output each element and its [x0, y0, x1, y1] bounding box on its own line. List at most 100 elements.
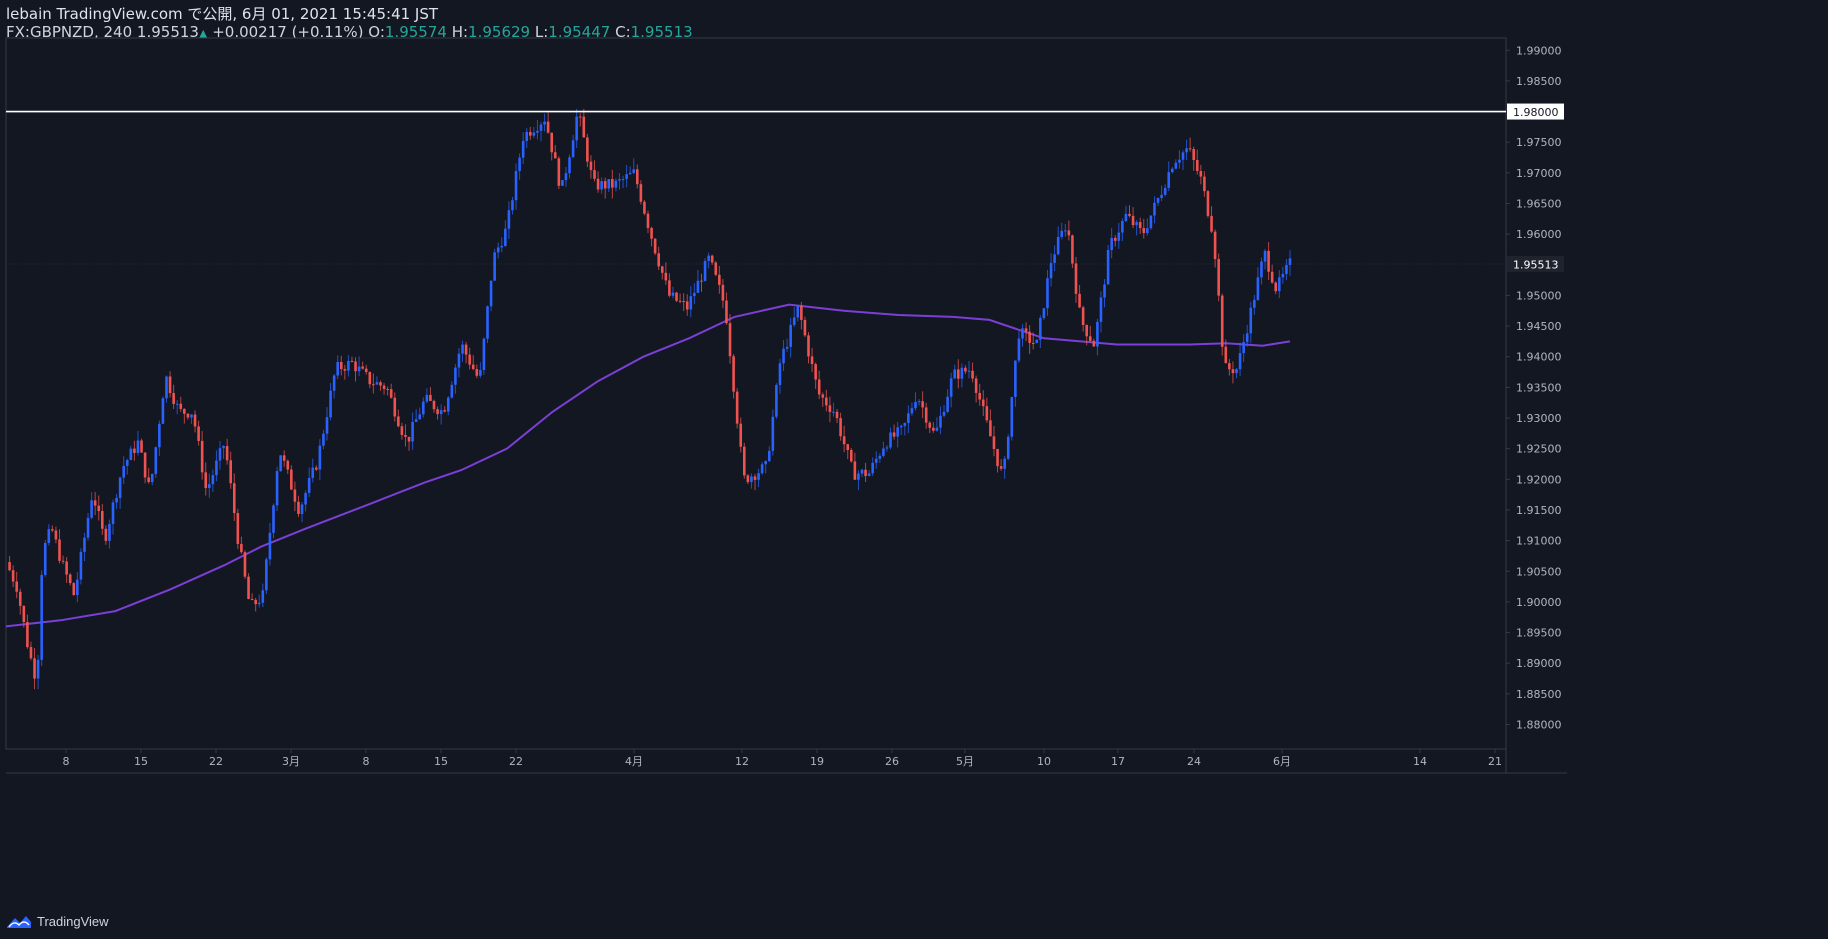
- candle-body: [1260, 261, 1263, 278]
- y-tick-label: 1.93500: [1516, 381, 1562, 394]
- candle-body: [871, 462, 874, 474]
- candle-body: [315, 467, 318, 470]
- y-tick-label: 1.91000: [1516, 535, 1562, 548]
- y-tick-label: 1.90000: [1516, 596, 1562, 609]
- candle-body: [1149, 215, 1153, 229]
- candle-body: [921, 401, 924, 408]
- last-price-label: 1.95513: [1513, 258, 1559, 271]
- candle-body: [607, 179, 611, 189]
- candle-body: [1192, 148, 1195, 160]
- candle-body: [757, 473, 760, 480]
- candle-body: [336, 361, 339, 376]
- candle-body: [889, 432, 892, 448]
- candle-body: [593, 170, 596, 179]
- y-tick-label: 1.92500: [1516, 443, 1562, 456]
- candle-body: [265, 559, 268, 591]
- candle-body: [1081, 307, 1085, 326]
- candle-body: [892, 432, 896, 437]
- candle-body: [250, 599, 254, 601]
- candle-body: [525, 131, 529, 141]
- price-chart[interactable]: 1.99000 1.98500 1.98000 1.97500 1.97000 1.965…: [0, 0, 1828, 939]
- candle-body: [907, 413, 910, 424]
- candle-body: [154, 447, 158, 474]
- candle-body: [914, 401, 917, 409]
- candle-body: [1106, 250, 1110, 285]
- candle-body: [318, 445, 322, 470]
- candle-body: [101, 511, 104, 529]
- candle-body: [304, 492, 307, 505]
- candle-body: [1206, 191, 1210, 216]
- candle-body: [254, 599, 257, 605]
- candle-body: [354, 361, 357, 372]
- candle-body: [322, 433, 325, 446]
- candle-body: [364, 368, 368, 372]
- candle-body: [764, 461, 767, 465]
- candle-body: [974, 378, 978, 393]
- candle-body: [1110, 237, 1113, 251]
- candle-body: [168, 376, 172, 394]
- candle-body: [1267, 250, 1270, 272]
- candle-body: [885, 447, 889, 449]
- candle-body: [1249, 307, 1253, 334]
- candle-body: [932, 427, 935, 431]
- candle-body: [639, 184, 643, 202]
- candle-body: [1195, 159, 1199, 172]
- candle-body: [125, 460, 129, 466]
- candle-body: [532, 132, 536, 136]
- candle-body: [439, 410, 443, 415]
- candle-body: [368, 371, 372, 385]
- candle-body: [696, 280, 700, 293]
- x-tick-label: 22: [509, 755, 523, 768]
- time-axis[interactable]: 8 15 22 3月 8 15 22 4月 12 19 26 5月 10 17 24 6月 14 21: [63, 749, 1503, 768]
- candle-body: [479, 369, 482, 376]
- candle-body: [329, 390, 332, 418]
- y-tick-label: 1.91500: [1516, 504, 1562, 517]
- tradingview-brand[interactable]: TradingView: [6, 910, 109, 932]
- candle-body: [1064, 230, 1067, 232]
- candle-body: [825, 397, 828, 406]
- candle-body: [1099, 297, 1103, 322]
- candle-body: [514, 171, 518, 201]
- candle-body: [243, 552, 247, 577]
- x-tick-label: 15: [134, 755, 148, 768]
- candle-body: [611, 179, 614, 188]
- candle-body: [486, 306, 489, 339]
- candle-body: [693, 292, 696, 297]
- candle-body: [782, 348, 785, 364]
- candle-body: [589, 161, 593, 171]
- candle-body: [846, 444, 850, 450]
- candle-body: [643, 201, 646, 214]
- candle-body: [18, 591, 22, 606]
- x-tick-label: 19: [810, 755, 824, 768]
- candle-body: [215, 460, 218, 476]
- candle-body: [721, 284, 725, 301]
- candle-body: [1281, 273, 1285, 278]
- candle-body: [8, 562, 11, 571]
- x-tick-label: 24: [1187, 755, 1201, 768]
- candle-body: [300, 504, 304, 514]
- candle-body: [339, 361, 343, 370]
- candle-body: [1220, 295, 1224, 347]
- candle-body: [1078, 293, 1081, 308]
- price-axis[interactable]: 1.99000 1.98500 1.98000 1.97500 1.97000 1.965…: [1506, 44, 1564, 731]
- candle-body: [1006, 436, 1010, 459]
- candle-body: [51, 529, 54, 531]
- candle-body: [1274, 282, 1278, 292]
- candle-body: [596, 178, 600, 190]
- candle-body: [143, 452, 147, 478]
- candle-body: [389, 389, 393, 398]
- candle-body: [297, 501, 300, 514]
- candle-body: [1074, 263, 1078, 294]
- candle-body: [718, 274, 721, 285]
- candle-body: [158, 423, 161, 448]
- candle-body: [257, 602, 261, 605]
- candle-body: [1121, 220, 1124, 233]
- candle-body: [83, 537, 86, 552]
- candle-body: [454, 367, 457, 385]
- x-tick-label: 3月: [282, 755, 300, 768]
- candle-body: [1178, 159, 1181, 163]
- candle-body: [65, 561, 68, 575]
- candle-body: [1210, 215, 1213, 232]
- candle-body: [422, 401, 425, 415]
- x-tick-label: 15: [434, 755, 448, 768]
